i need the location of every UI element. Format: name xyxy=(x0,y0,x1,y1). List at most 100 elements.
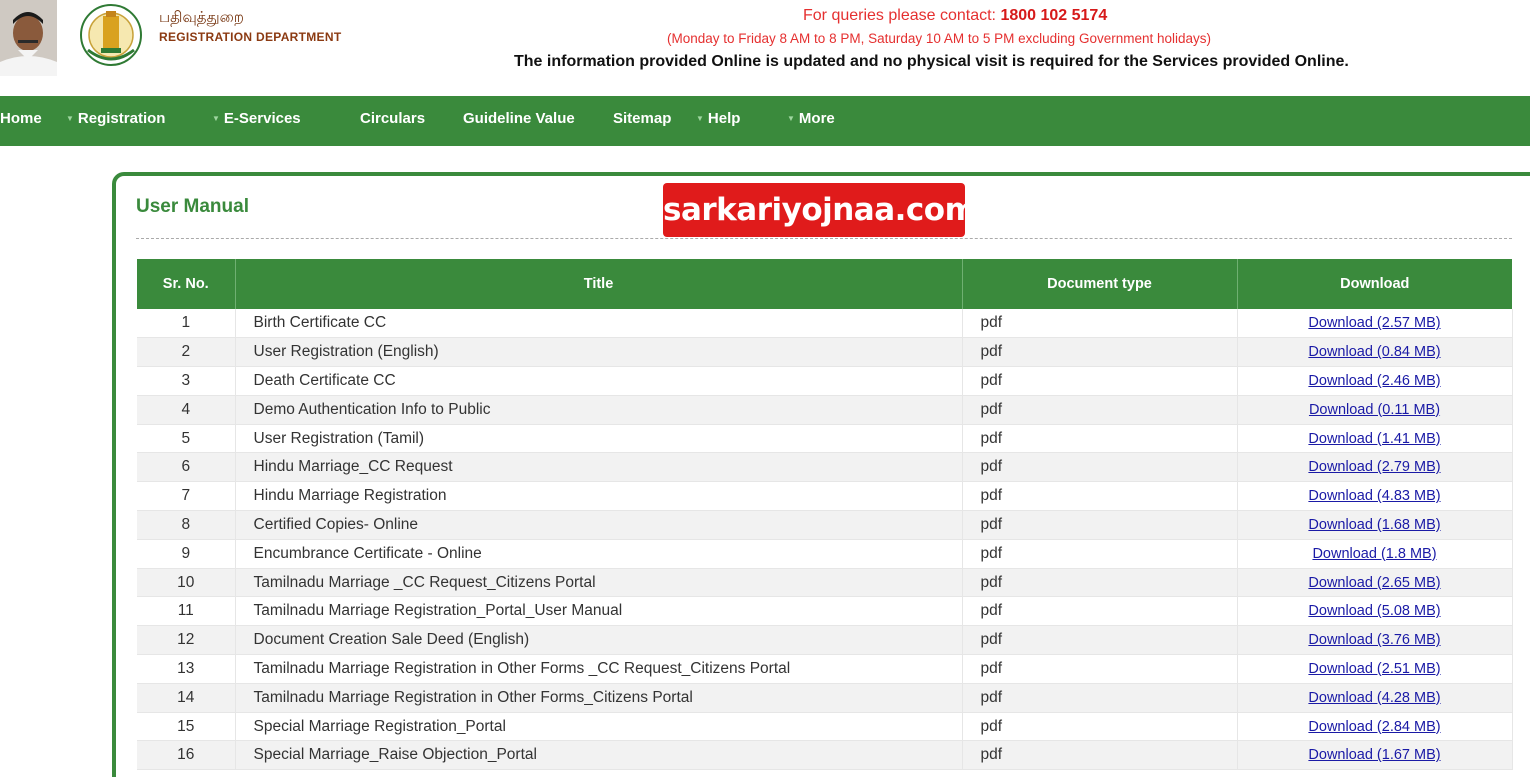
watermark-banner: sarkariyojnaa.com xyxy=(663,183,977,237)
table-row: 1 Birth Certificate CC pdf Download (2.57 M… xyxy=(137,309,1513,339)
nav-circulars[interactable]: Circulars xyxy=(360,96,425,146)
download-link[interactable]: Download (4.28 MB) xyxy=(1308,690,1440,706)
cell-title: Special Marriage Registration_Portal xyxy=(235,712,963,742)
cell-document-type: pdf xyxy=(962,481,1238,512)
table-body: 1 Birth Certificate CC pdf Download (2.57 M… xyxy=(137,309,1513,771)
nav-help[interactable]: ▼ Help xyxy=(696,96,740,146)
nav-home-label: Home xyxy=(0,110,42,127)
download-link[interactable]: Download (2.51 MB) xyxy=(1308,661,1440,677)
cell-document-type: pdf xyxy=(962,424,1238,454)
download-link[interactable]: Download (1.68 MB) xyxy=(1308,517,1440,533)
table-row: 2 User Registration (English) pdf Download … xyxy=(137,337,1513,368)
contact-line: For queries please contact: 1800 102 517… xyxy=(803,7,1107,25)
download-link[interactable]: Download (2.65 MB) xyxy=(1308,575,1440,591)
download-link[interactable]: Download (2.46 MB) xyxy=(1308,373,1440,389)
download-link[interactable]: Download (4.83 MB) xyxy=(1308,488,1440,504)
cell-sr-no: 6 xyxy=(137,452,236,483)
cell-document-type: pdf xyxy=(962,683,1238,713)
download-link[interactable]: Download (0.84 MB) xyxy=(1308,344,1440,360)
cell-title: User Registration (Tamil) xyxy=(235,424,963,454)
cell-sr-no: 2 xyxy=(137,337,236,368)
tamil-nadu-emblem xyxy=(80,2,142,70)
cell-title: Tamilnadu Marriage Registration in Other… xyxy=(235,683,963,713)
table-header-row: Sr. No. Title Document type Download xyxy=(137,259,1512,309)
portrait-image xyxy=(0,0,57,76)
cell-document-type: pdf xyxy=(962,625,1238,656)
cell-title: Tamilnadu Marriage Registration in Other… xyxy=(235,654,963,684)
cell-sr-no: 16 xyxy=(137,740,236,771)
nav-more-label: More xyxy=(798,110,835,127)
cell-document-type: pdf xyxy=(962,366,1238,396)
column-header-title: Title xyxy=(235,259,963,309)
dropdown-caret-icon: ▼ xyxy=(787,114,795,124)
cell-title: Death Certificate CC xyxy=(235,366,963,396)
table-row: 9 Encumbrance Certificate - Online pdf Down… xyxy=(137,539,1513,569)
download-link[interactable]: Download (1.41 MB) xyxy=(1308,431,1440,447)
table-row: 14 Tamilnadu Marriage Registration in Oth… xyxy=(137,683,1513,713)
table-row: 3 Death Certificate CC pdf Download (2.46 M… xyxy=(137,366,1513,396)
cell-sr-no: 4 xyxy=(137,395,236,425)
cell-document-type: pdf xyxy=(962,510,1238,540)
page-title: User Manual xyxy=(136,196,249,217)
cell-download: Download (1.67 MB) xyxy=(1237,740,1513,771)
cell-document-type: pdf xyxy=(962,654,1238,684)
cell-title: Tamilnadu Marriage Registration_Portal_U… xyxy=(235,596,963,627)
nav-guideline-value-label: Guideline Value xyxy=(463,110,575,127)
download-link[interactable]: Download (2.79 MB) xyxy=(1308,459,1440,475)
department-name-tamil: பதிவுத்துறை xyxy=(159,8,244,26)
table-row: 10 Tamilnadu Marriage _CC Request_Citizen… xyxy=(137,568,1513,598)
user-manual-table-container: Sr. No. Title Document type Download 1 Bi… xyxy=(137,259,1513,771)
cell-document-type: pdf xyxy=(962,452,1238,483)
cell-document-type: pdf xyxy=(962,539,1238,569)
cell-download: Download (5.08 MB) xyxy=(1237,596,1513,627)
cell-sr-no: 8 xyxy=(137,510,236,540)
cell-download: Download (0.11 MB) xyxy=(1237,395,1513,425)
cell-download: Download (2.51 MB) xyxy=(1237,654,1513,684)
cell-download: Download (1.8 MB) xyxy=(1237,539,1513,569)
dropdown-caret-icon: ▼ xyxy=(212,114,220,124)
contact-number: 1800 102 5174 xyxy=(1000,7,1108,24)
download-link[interactable]: Download (0.11 MB) xyxy=(1309,402,1440,418)
cell-title: User Registration (English) xyxy=(235,337,963,368)
cell-sr-no: 7 xyxy=(137,481,236,512)
cell-title: Tamilnadu Marriage _CC Request_Citizens … xyxy=(235,568,963,598)
download-link[interactable]: Download (5.08 MB) xyxy=(1308,603,1440,619)
nav-registration[interactable]: ▼ Registration xyxy=(66,96,165,146)
download-link[interactable]: Download (2.84 MB) xyxy=(1308,719,1440,735)
cell-sr-no: 1 xyxy=(137,309,236,339)
download-link[interactable]: Download (2.57 MB) xyxy=(1308,315,1440,331)
cell-sr-no: 11 xyxy=(137,596,236,627)
column-header-document-type: Document type xyxy=(962,259,1238,309)
main-navigation: Home ▼ Registration ▼ E-Services Circulars… xyxy=(0,96,1530,146)
dropdown-caret-icon: ▼ xyxy=(696,114,704,124)
table-row: 8 Certified Copies- Online pdf Download (1.… xyxy=(137,510,1513,540)
title-divider xyxy=(136,238,1512,239)
download-link[interactable]: Download (3.76 MB) xyxy=(1308,632,1440,648)
cell-document-type: pdf xyxy=(962,337,1238,368)
nav-e-services-label: E-Services xyxy=(223,110,301,127)
cell-title: Birth Certificate CC xyxy=(235,309,963,339)
table-row: 6 Hindu Marriage_CC Request pdf Download (2… xyxy=(137,452,1513,483)
nav-guideline-value[interactable]: Guideline Value xyxy=(463,96,575,146)
nav-e-services[interactable]: ▼ E-Services xyxy=(212,96,301,146)
cell-title: Encumbrance Certificate - Online xyxy=(235,539,963,569)
cell-sr-no: 9 xyxy=(137,539,236,569)
cell-download: Download (1.68 MB) xyxy=(1237,510,1513,540)
contact-prefix: For queries please contact: xyxy=(803,7,1001,24)
table-row: 4 Demo Authentication Info to Public pdf Do… xyxy=(137,395,1513,425)
nav-circulars-label: Circulars xyxy=(360,110,426,127)
cell-sr-no: 14 xyxy=(137,683,236,713)
nav-sitemap-label: Sitemap xyxy=(613,110,672,127)
cell-title: Certified Copies- Online xyxy=(235,510,963,540)
cell-document-type: pdf xyxy=(962,596,1238,627)
cell-download: Download (1.41 MB) xyxy=(1237,424,1513,454)
nav-registration-label: Registration xyxy=(77,110,166,127)
nav-more[interactable]: ▼ More xyxy=(787,96,835,146)
download-link[interactable]: Download (1.8 MB) xyxy=(1312,546,1436,562)
download-link[interactable]: Download (1.67 MB) xyxy=(1308,747,1440,763)
cell-sr-no: 12 xyxy=(137,625,236,656)
nav-sitemap[interactable]: Sitemap xyxy=(613,96,671,146)
cell-sr-no: 13 xyxy=(137,654,236,684)
nav-home[interactable]: Home xyxy=(0,96,42,146)
cell-sr-no: 5 xyxy=(137,424,236,454)
